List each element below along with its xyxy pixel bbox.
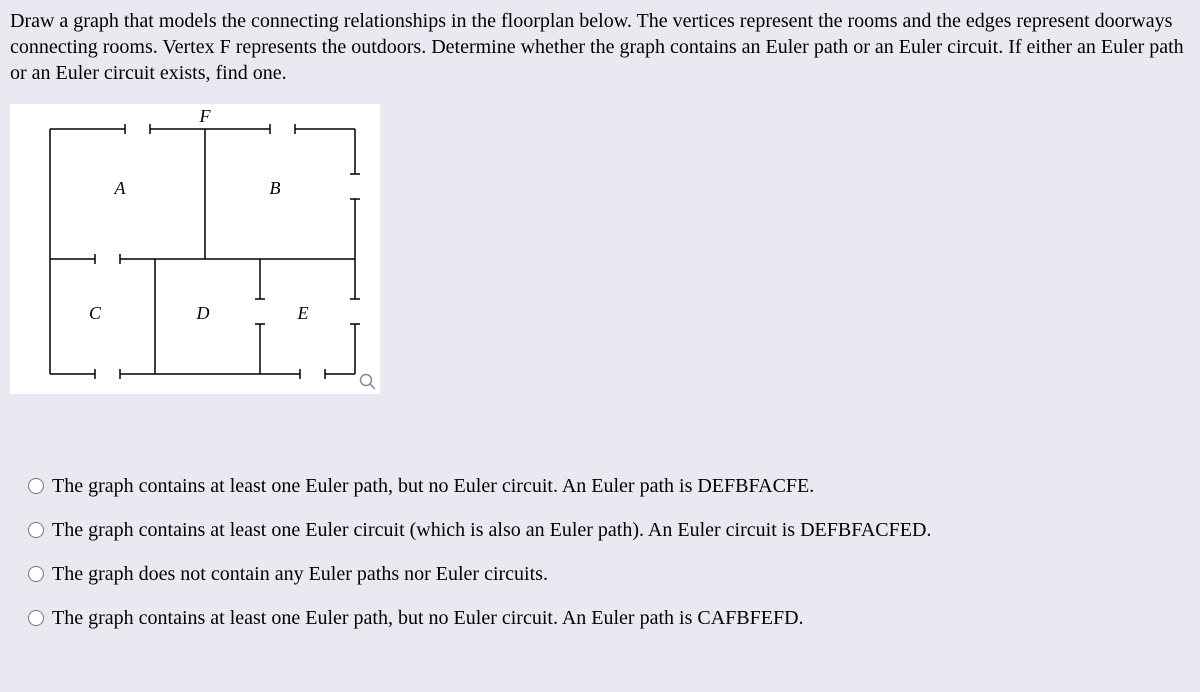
answer-options: The graph contains at least one Euler pa… (10, 474, 1190, 630)
question-prompt: Draw a graph that models the connecting … (10, 8, 1190, 86)
option-4-text: The graph contains at least one Euler pa… (52, 606, 804, 630)
label-b: B (270, 178, 281, 198)
option-3-text: The graph does not contain any Euler pat… (52, 562, 548, 586)
option-1-radio[interactable] (28, 478, 44, 494)
label-d: D (196, 303, 210, 323)
floorplan-image: F A B C D E (10, 104, 380, 394)
magnify-icon[interactable] (358, 372, 378, 392)
option-2-radio[interactable] (28, 522, 44, 538)
option-2[interactable]: The graph contains at least one Euler ci… (28, 518, 1190, 542)
label-a: A (114, 178, 127, 198)
option-4[interactable]: The graph contains at least one Euler pa… (28, 606, 1190, 630)
label-e: E (297, 303, 309, 323)
option-1[interactable]: The graph contains at least one Euler pa… (28, 474, 1190, 498)
option-1-text: The graph contains at least one Euler pa… (52, 474, 814, 498)
label-f: F (199, 106, 212, 126)
option-2-text: The graph contains at least one Euler ci… (52, 518, 931, 542)
option-3-radio[interactable] (28, 566, 44, 582)
label-c: C (89, 303, 102, 323)
option-4-radio[interactable] (28, 610, 44, 626)
option-3[interactable]: The graph does not contain any Euler pat… (28, 562, 1190, 586)
